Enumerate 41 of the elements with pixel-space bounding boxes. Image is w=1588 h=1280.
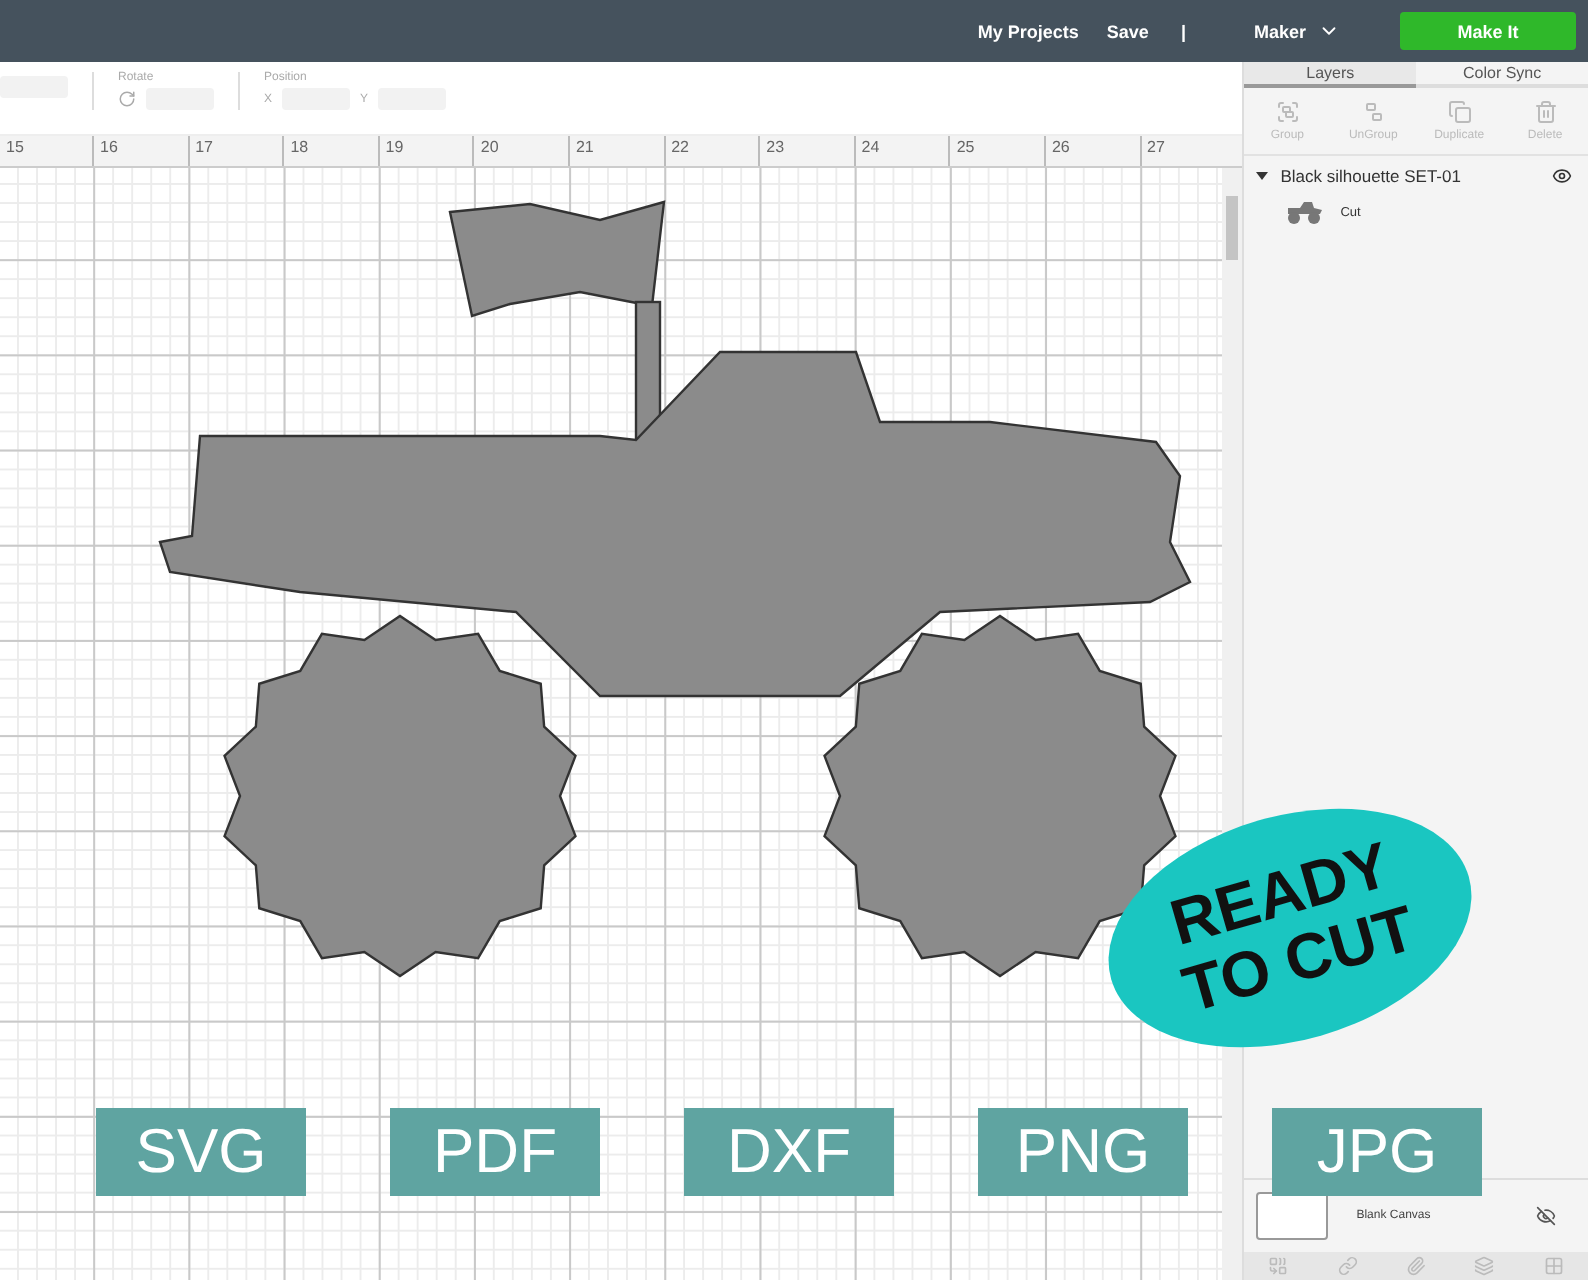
- ruler-number: 17: [187, 136, 283, 166]
- rotate-icon: [118, 90, 136, 108]
- group-icon: [1275, 100, 1300, 124]
- ruler-number: 16: [92, 136, 188, 166]
- format-label: DXF: [684, 1108, 894, 1196]
- layers-icon[interactable]: [1474, 1256, 1495, 1276]
- ruler-number: 24: [853, 136, 949, 166]
- separator: |: [1180, 21, 1186, 41]
- ruler-number: 22: [663, 136, 759, 166]
- link-icon[interactable]: [1337, 1256, 1358, 1276]
- slice-icon[interactable]: [1268, 1256, 1289, 1276]
- format-label: PDF: [390, 1108, 600, 1196]
- eye-icon[interactable]: [1552, 166, 1572, 186]
- ruler-number: 23: [758, 136, 854, 166]
- canvas-swatch[interactable]: [1256, 1192, 1329, 1240]
- duplicate-icon: [1447, 100, 1472, 124]
- ruler-number: 15: [4, 136, 26, 160]
- attach-icon[interactable]: [1406, 1256, 1427, 1276]
- top-link[interactable]: My Projects: [977, 21, 1079, 41]
- top-link[interactable]: Save: [1106, 21, 1149, 41]
- ruler-number: 20: [472, 136, 568, 166]
- trash-icon: [1533, 100, 1558, 124]
- ruler-number: 18: [282, 136, 378, 166]
- panel-tab[interactable]: Color Sync: [1416, 62, 1588, 88]
- eye-hidden-icon[interactable]: [1536, 1206, 1556, 1226]
- ruler-number: 21: [567, 136, 664, 166]
- ungroup-icon: [1361, 100, 1386, 124]
- expand-caret-icon[interactable]: [1256, 172, 1269, 180]
- truck-icon: [1284, 200, 1325, 224]
- ruler-number: 19: [377, 136, 473, 166]
- ruler-number: 27: [1139, 136, 1235, 166]
- panel-tab[interactable]: Layers: [1244, 62, 1417, 88]
- format-label: SVG: [96, 1108, 306, 1196]
- scrollbar-thumb[interactable]: [1226, 196, 1239, 260]
- layer-name[interactable]: Black silhouette SET-01: [1280, 166, 1540, 186]
- ruler-number: 25: [948, 136, 1044, 166]
- format-label: JPG: [1272, 1108, 1482, 1196]
- ruler-number: 26: [1043, 136, 1140, 166]
- grid-icon[interactable]: [1543, 1256, 1564, 1276]
- format-label: PNG: [978, 1108, 1188, 1196]
- machine-dropdown[interactable]: Maker: [1241, 18, 1352, 44]
